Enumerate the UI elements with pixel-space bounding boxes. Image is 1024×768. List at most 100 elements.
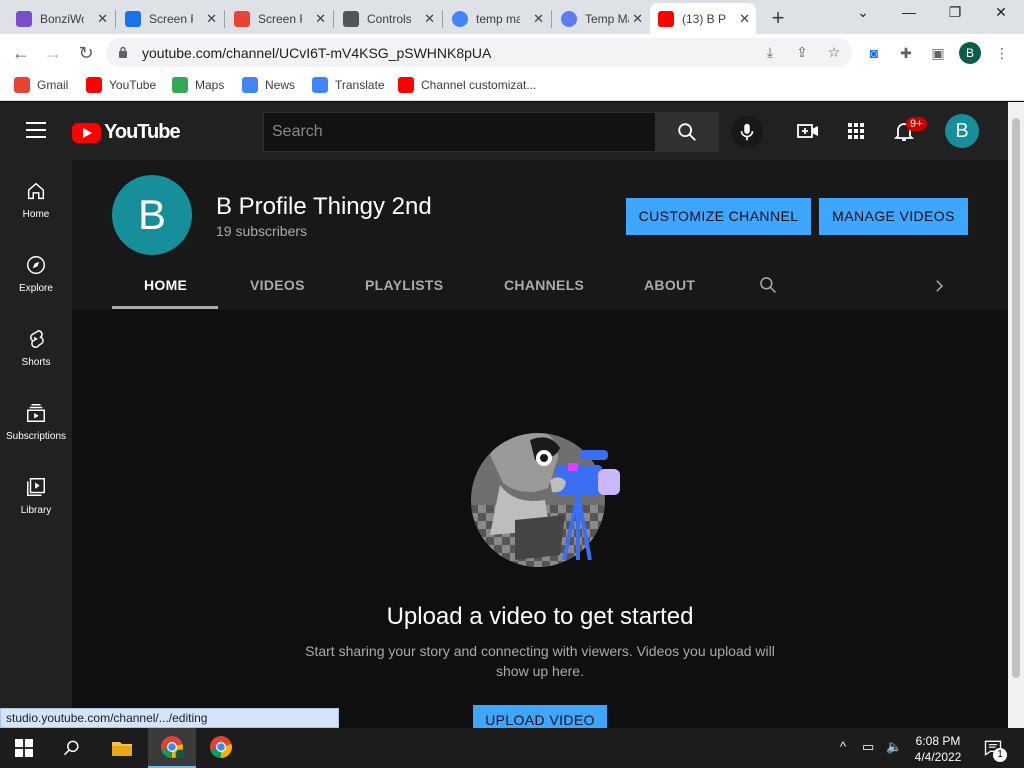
tab-title: Screen Recorder <box>258 11 302 26</box>
chrome-profile-taskbar-button[interactable] <box>148 728 196 768</box>
microphone-icon <box>740 123 754 141</box>
hamburger-menu-icon[interactable] <box>26 122 46 138</box>
browser-tab[interactable]: Temp Mail ✕ <box>553 3 649 34</box>
guide-sidebar: Home Explore Shorts Subscriptions Librar… <box>0 160 72 728</box>
bookmark-label: Gmail <box>37 78 69 92</box>
install-app-icon[interactable]: ⤓ <box>760 42 780 62</box>
volume-icon[interactable]: 🔈 <box>886 739 902 755</box>
tab-title: temp mail <box>476 11 520 26</box>
tab-videos[interactable]: VIDEOS <box>250 277 305 293</box>
action-center-count-badge: 1 <box>993 748 1007 762</box>
account-avatar[interactable]: B <box>945 114 979 148</box>
reload-icon[interactable]: ↻ <box>73 40 99 66</box>
profile-avatar[interactable]: B <box>959 42 981 64</box>
guide-item-shorts[interactable]: Shorts <box>0 328 72 368</box>
guide-label: Home <box>22 209 50 220</box>
taskbar-search-icon[interactable] <box>62 738 82 758</box>
close-tab-icon[interactable]: ✕ <box>315 11 326 27</box>
bookmark-star-icon[interactable]: ☆ <box>824 42 844 62</box>
tab-separator <box>333 10 334 28</box>
bookmark-news[interactable]: News <box>242 77 295 93</box>
file-explorer-taskbar-button[interactable] <box>98 728 146 768</box>
screen-recorder-extension-icon[interactable]: ◙ <box>864 43 884 63</box>
tab-about[interactable]: ABOUT <box>644 277 695 293</box>
bookmark-channel-customization[interactable]: Channel customizat... <box>398 77 536 93</box>
youtube-play-icon <box>72 122 101 143</box>
translate-icon <box>312 77 328 93</box>
gmail-icon <box>14 77 30 93</box>
search-input[interactable]: Search <box>263 112 656 152</box>
maximize-button[interactable]: ❐ <box>940 4 970 21</box>
search-placeholder: Search <box>272 123 323 140</box>
address-bar[interactable]: youtube.com/channel/UCvI6T-mV4KSG_pSWHNK… <box>106 38 852 67</box>
subscriber-count: 19 subscribers <box>216 223 308 239</box>
apps-grid-icon[interactable] <box>844 119 868 143</box>
back-arrow-icon[interactable]: ← <box>8 40 34 66</box>
bookmark-gmail[interactable]: Gmail <box>14 77 68 93</box>
bookmark-youtube[interactable]: YouTube <box>86 77 156 93</box>
close-tab-icon[interactable]: ✕ <box>632 11 643 27</box>
share-icon[interactable]: ⇪ <box>792 42 812 62</box>
browser-tab[interactable]: Screen Recorder ✕ <box>117 3 223 34</box>
bookmark-maps[interactable]: Maps <box>172 77 224 93</box>
forward-arrow-icon[interactable]: → <box>40 40 66 66</box>
extensions-puzzle-icon[interactable]: ✚ <box>896 43 916 63</box>
browser-tab[interactable]: Screen Recorder ✕ <box>226 3 332 34</box>
guide-item-subscriptions[interactable]: Subscriptions <box>0 402 72 442</box>
youtube-logo-text: YouTube <box>104 121 181 143</box>
close-tab-icon[interactable]: ✕ <box>424 11 435 27</box>
guide-item-home[interactable]: Home <box>0 180 72 220</box>
tab-separator <box>442 10 443 28</box>
channel-name: B Profile Thingy 2nd <box>216 193 432 220</box>
browser-tab-active[interactable]: (13) B Profile ✕ <box>650 3 756 34</box>
browser-tab[interactable]: BonziWorld ✕ <box>8 3 114 34</box>
youtube-icon <box>86 77 102 93</box>
windows-start-icon[interactable] <box>15 739 33 757</box>
side-panel-icon[interactable]: ▣ <box>928 43 948 63</box>
guide-item-explore[interactable]: Explore <box>0 254 72 294</box>
new-tab-button[interactable]: + <box>766 5 790 31</box>
page-scrollbar[interactable] <box>1008 102 1024 728</box>
channel-avatar[interactable]: B <box>112 175 192 255</box>
youtube-masthead: YouTube Search <box>0 102 1008 160</box>
manage-videos-button[interactable]: MANAGE VIDEOS <box>819 198 968 235</box>
tab-title: Screen Recorder <box>149 11 193 26</box>
channel-search-icon[interactable] <box>758 275 778 295</box>
browser-toolbar: ← → ↻ youtube.com/channel/UCvI6T-mV4KSG_… <box>0 34 1024 71</box>
browser-menu-icon[interactable]: ⋮ <box>992 43 1012 63</box>
bookmark-translate[interactable]: Translate <box>312 77 385 93</box>
close-tab-icon[interactable]: ✕ <box>206 11 217 27</box>
guide-label: Library <box>20 505 52 516</box>
close-tab-icon[interactable]: ✕ <box>739 11 750 27</box>
chrome-taskbar-button[interactable] <box>197 728 245 768</box>
tab-home[interactable]: HOME <box>144 277 187 293</box>
chevron-right-icon[interactable] <box>930 277 948 295</box>
minimize-button[interactable]: — <box>894 4 924 20</box>
tab-playlists[interactable]: PLAYLISTS <box>365 277 443 293</box>
bookmark-label: News <box>265 78 296 92</box>
scrollbar-thumb[interactable] <box>1012 118 1020 678</box>
close-tab-icon[interactable]: ✕ <box>533 11 544 27</box>
customize-channel-button[interactable]: CUSTOMIZE CHANNEL <box>626 198 811 235</box>
guide-item-library[interactable]: Library <box>0 476 72 516</box>
search-button[interactable] <box>655 112 719 152</box>
browser-tab[interactable]: Controls ✕ <box>335 3 441 34</box>
url-text: youtube.com/channel/UCvI6T-mV4KSG_pSWHNK… <box>142 45 492 61</box>
youtube-favicon-icon <box>658 10 674 27</box>
tab-favicon-icon <box>125 10 141 27</box>
voice-search-button[interactable] <box>731 116 763 148</box>
tab-channels[interactable]: CHANNELS <box>504 277 584 293</box>
taskbar-clock[interactable]: 6:08 PM 4/4/2022 <box>903 733 973 765</box>
show-hidden-icons-chevron-icon[interactable]: ^ <box>840 739 846 754</box>
tab-search-chevron-icon[interactable]: ⌄ <box>848 4 878 21</box>
maps-icon <box>172 77 188 93</box>
close-tab-icon[interactable]: ✕ <box>97 11 108 27</box>
network-icon[interactable]: ▭ <box>862 739 874 755</box>
browser-tab[interactable]: temp mail ✕ <box>444 3 550 34</box>
tab-separator <box>551 10 552 28</box>
youtube-logo[interactable]: YouTube <box>72 121 181 144</box>
close-window-button[interactable]: ✕ <box>986 4 1016 21</box>
guide-label: Subscriptions <box>5 431 67 442</box>
create-video-icon[interactable] <box>796 119 820 143</box>
bookmark-label: YouTube <box>109 78 157 92</box>
